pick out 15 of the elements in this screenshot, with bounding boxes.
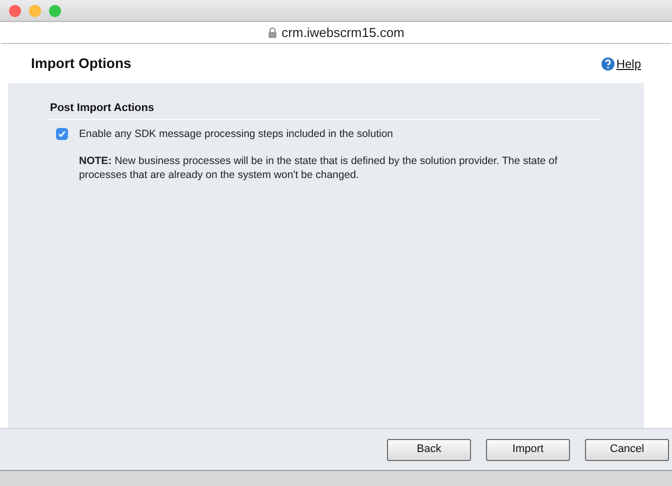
address-text: crm.iwebscrm15.com (282, 24, 404, 42)
checkbox[interactable] (56, 128, 68, 140)
help-link[interactable]: Help (616, 54, 641, 72)
close-window-button[interactable] (9, 4, 21, 16)
help-icon (601, 56, 616, 70)
checkbox-label: Enable any SDK message processing steps included in the solution (79, 126, 394, 142)
zoom-window-button[interactable] (49, 4, 61, 16)
page-title: Import Options (31, 54, 132, 73)
minimize-window-button[interactable] (29, 4, 41, 16)
section-title: Post Import Actions (49, 100, 599, 120)
dialog-button[interactable]: Back (387, 438, 471, 460)
dialog-button[interactable]: Cancel (585, 438, 669, 460)
lock-icon (268, 27, 277, 38)
dialog-button[interactable]: Import (486, 438, 570, 460)
note-text: NOTE: New business processes will be in the state that is defined by the solution provider. The state of processes that are already on the system won't be changed. (79, 154, 558, 182)
